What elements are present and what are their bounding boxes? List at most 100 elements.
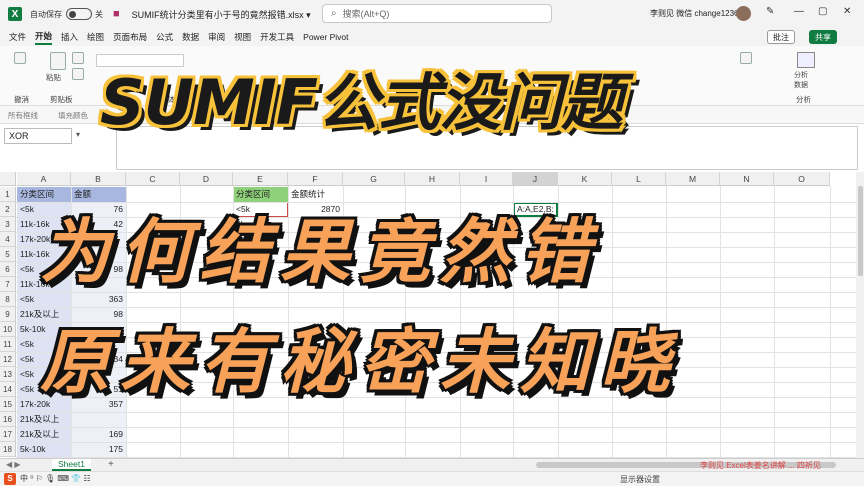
row-header-1[interactable]: 1 xyxy=(0,187,16,202)
cell-a18[interactable]: 5k-10k xyxy=(17,442,71,457)
share-label: 共享 xyxy=(815,32,831,42)
row-header-17[interactable]: 17 xyxy=(0,427,16,442)
pen-icon[interactable]: ✎ xyxy=(766,6,774,17)
chevron-down-icon[interactable]: ▾ xyxy=(76,130,80,139)
analysis-icon[interactable] xyxy=(797,52,815,68)
row-header-3[interactable]: 3 xyxy=(0,217,16,232)
overlay-title: SUMIF公式没问题 xyxy=(100,66,623,139)
row-header-11[interactable]: 11 xyxy=(0,337,16,352)
cell-b17[interactable]: 169 xyxy=(71,427,126,442)
tab-6[interactable]: 数据 xyxy=(182,31,199,43)
row-header-6[interactable]: 6 xyxy=(0,262,16,277)
close-button[interactable]: ✕ xyxy=(843,6,851,17)
tab-8[interactable]: 视图 xyxy=(234,31,251,43)
column-header-C[interactable]: C xyxy=(126,172,180,186)
search-icon: ⌕ xyxy=(331,8,337,19)
gridline xyxy=(16,412,856,413)
cell-a17[interactable]: 21k及以上 xyxy=(17,427,71,442)
column-header-M[interactable]: M xyxy=(666,172,720,186)
find-icon[interactable] xyxy=(740,52,752,64)
ime-items: 中 ⁰ ⚐ 🎙 ⌨ 👕 ☷ xyxy=(20,474,91,483)
column-header-L[interactable]: L xyxy=(612,172,666,186)
autosave-label: 自动保存 xyxy=(30,9,62,19)
paste-label: 粘贴 xyxy=(46,73,61,82)
user-name[interactable]: 李则见 微信 change12365 xyxy=(650,8,743,19)
row-header-12[interactable]: 12 xyxy=(0,352,16,367)
cell-a16[interactable]: 21k及以上 xyxy=(17,412,71,427)
autosave-state: 关 xyxy=(95,9,103,19)
credit-watermark: 李则见 Excel表姜名讲解 ... 四祈见 xyxy=(700,461,821,470)
share-button[interactable]: 共享 xyxy=(809,30,837,44)
excel-logo-icon: X xyxy=(8,7,22,21)
row-header-10[interactable]: 10 xyxy=(0,322,16,337)
tab-4[interactable]: 页面布局 xyxy=(113,31,147,43)
save-icon[interactable]: ■ xyxy=(113,8,120,20)
sheet-tab-sheet1[interactable]: Sheet1 xyxy=(52,459,91,471)
minimize-button[interactable]: — xyxy=(794,6,804,17)
sheet-nav-arrows[interactable]: ◀ ▶ xyxy=(6,460,21,469)
column-header-G[interactable]: G xyxy=(343,172,405,186)
select-all-corner[interactable] xyxy=(0,172,16,186)
paste-icon[interactable] xyxy=(50,52,66,70)
row-header-4[interactable]: 4 xyxy=(0,232,16,247)
tab-0[interactable]: 文件 xyxy=(9,31,26,43)
fill-color-button[interactable]: 填充颜色 xyxy=(58,110,88,121)
comment-button[interactable]: 批注 xyxy=(767,30,795,44)
row-header-2[interactable]: 2 xyxy=(0,202,16,217)
comment-label: 批注 xyxy=(773,32,789,42)
maximize-button[interactable]: ▢ xyxy=(818,6,827,17)
search-input[interactable]: ⌕ 搜索(Alt+Q) xyxy=(322,4,552,23)
row-header-13[interactable]: 13 xyxy=(0,367,16,382)
cut-icon[interactable] xyxy=(72,52,84,64)
column-header-F[interactable]: F xyxy=(288,172,343,186)
add-sheet-button[interactable]: + xyxy=(108,459,114,470)
border-button[interactable]: 所有框线 xyxy=(8,110,38,121)
column-header-I[interactable]: I xyxy=(460,172,513,186)
row-header-9[interactable]: 9 xyxy=(0,307,16,322)
row-header-7[interactable]: 7 xyxy=(0,277,16,292)
ribbon-tabs: 文件 开始 插入 绘图 页面布局 公式 数据 审阅 视图 开发工具 Power Pivot xyxy=(0,28,864,46)
row-header-18[interactable]: 18 xyxy=(0,442,16,457)
column-header-J[interactable]: J xyxy=(513,172,558,186)
autosave-toggle[interactable] xyxy=(66,8,92,20)
column-header-K[interactable]: K xyxy=(558,172,612,186)
ime-toolbar[interactable]: S中 ⁰ ⚐ 🎙 ⌨ 👕 ☷ xyxy=(4,473,91,485)
display-settings[interactable]: 显示器设置 xyxy=(620,474,660,485)
group-clipboard: 剪贴板 xyxy=(50,95,73,104)
cell-j2-formula[interactable]: A:A,E2,B: xyxy=(514,202,576,217)
column-header-E[interactable]: E xyxy=(233,172,288,186)
column-header-D[interactable]: D xyxy=(180,172,233,186)
tab-2[interactable]: 插入 xyxy=(61,31,78,43)
search-placeholder: 搜索(Alt+Q) xyxy=(342,9,390,19)
column-header-H[interactable]: H xyxy=(405,172,460,186)
row-header-15[interactable]: 15 xyxy=(0,397,16,412)
group-analysis: 分析 xyxy=(796,95,811,104)
tab-7[interactable]: 审阅 xyxy=(208,31,225,43)
row-header-8[interactable]: 8 xyxy=(0,292,16,307)
tab-1[interactable]: 开始 xyxy=(35,30,53,45)
undo-icon[interactable] xyxy=(14,52,26,64)
row-header-16[interactable]: 16 xyxy=(0,412,16,427)
tab-10[interactable]: Power Pivot xyxy=(303,32,348,42)
row-header-5[interactable]: 5 xyxy=(0,247,16,262)
group-undo: 撤消 xyxy=(14,95,29,104)
cell-b16[interactable] xyxy=(71,412,126,427)
analysis-label: 分析 数据 xyxy=(794,72,808,89)
cell-b18[interactable]: 175 xyxy=(71,442,126,457)
name-box[interactable]: XOR xyxy=(4,128,72,144)
copy-icon[interactable] xyxy=(72,68,84,80)
overlay-line-3: 原来有秘密未知晓 xyxy=(40,321,680,403)
tab-3[interactable]: 绘图 xyxy=(87,31,104,43)
avatar[interactable] xyxy=(736,6,751,21)
gridline xyxy=(16,427,856,428)
vertical-scroll-thumb[interactable] xyxy=(858,186,863,276)
column-header-A[interactable]: A xyxy=(17,172,71,186)
document-title[interactable]: SUMIF统计分类里有小于号的竟然报错.xlsx ▾ xyxy=(132,8,311,21)
row-header-14[interactable]: 14 xyxy=(0,382,16,397)
status-bar: S中 ⁰ ⚐ 🎙 ⌨ 👕 ☷ 显示器设置 xyxy=(0,471,864,486)
column-header-O[interactable]: O xyxy=(774,172,830,186)
tab-5[interactable]: 公式 xyxy=(156,31,173,43)
column-header-N[interactable]: N xyxy=(720,172,774,186)
tab-9[interactable]: 开发工具 xyxy=(260,31,294,43)
column-header-B[interactable]: B xyxy=(71,172,126,186)
